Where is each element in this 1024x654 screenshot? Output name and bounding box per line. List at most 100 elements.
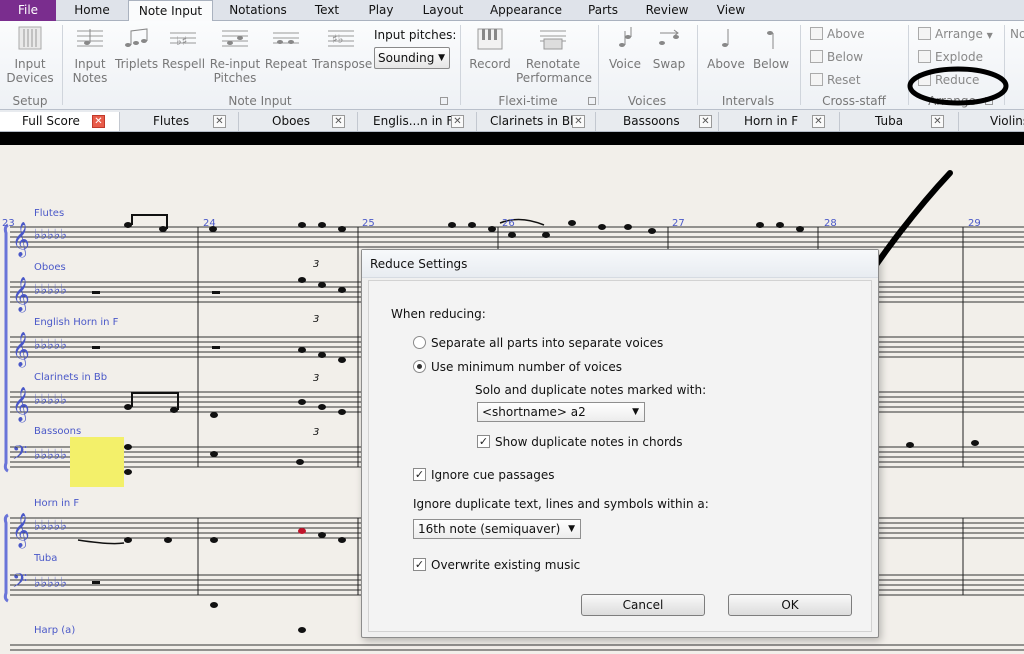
close-icon[interactable]: ✕ xyxy=(572,115,585,128)
note-below-icon xyxy=(767,31,774,49)
tab-view[interactable]: View xyxy=(708,0,754,21)
part-tab-label: Violins xyxy=(990,114,1024,128)
part-tab-full-score[interactable]: Full Score ✕ xyxy=(0,112,120,131)
svg-text:♭♭♭♭♭: ♭♭♭♭♭ xyxy=(34,392,67,408)
tab-file[interactable]: File xyxy=(0,0,56,21)
cross-staff-reset-label: Reset xyxy=(827,73,861,87)
transpose-icon: ♯♭ xyxy=(328,30,354,47)
minimum-voices-label[interactable]: Use minimum number of voices xyxy=(431,360,622,374)
svg-text:3: 3 xyxy=(313,259,319,270)
interval-above-button[interactable]: Above xyxy=(704,25,748,71)
divider xyxy=(800,25,801,105)
part-tab-flutes[interactable]: Flutes ✕ xyxy=(121,112,239,131)
cross-staff-below-button[interactable]: Below xyxy=(810,48,863,66)
part-tab-violins[interactable]: Violins xyxy=(960,112,1024,131)
part-tab-bassoons[interactable]: Bassoons ✕ xyxy=(597,112,719,131)
bar-number: 24 xyxy=(203,218,216,229)
svg-text:♭♭♭♭♭: ♭♭♭♭♭ xyxy=(34,227,67,243)
part-tab-label: Bassoons xyxy=(623,114,680,128)
overwrite-checkbox[interactable]: ✓ xyxy=(413,558,426,571)
flexi-launcher-icon[interactable] xyxy=(588,97,596,105)
svg-text:𝄞: 𝄞 xyxy=(12,277,30,313)
input-devices-button[interactable]: Input Devices xyxy=(6,25,54,85)
show-duplicates-label[interactable]: Show duplicate notes in chords xyxy=(495,435,683,449)
close-icon[interactable]: ✕ xyxy=(931,115,944,128)
instrument-label: Oboes xyxy=(34,262,66,273)
tab-appearance[interactable]: Appearance xyxy=(484,0,568,21)
bracket xyxy=(3,223,9,473)
close-icon[interactable]: ✕ xyxy=(812,115,825,128)
part-tab-tuba[interactable]: Tuba ✕ xyxy=(841,112,959,131)
svg-text:3: 3 xyxy=(313,427,319,438)
tab-layout[interactable]: Layout xyxy=(414,0,472,21)
close-icon[interactable]: ✕ xyxy=(92,115,105,128)
ignore-cue-checkbox[interactable]: ✓ xyxy=(413,468,426,481)
triplets-button[interactable]: Triplets xyxy=(115,25,158,71)
reinput-icon xyxy=(222,30,248,47)
keyboard-icon xyxy=(477,28,503,50)
part-tab-english-horn[interactable]: Englis...n in F ✕ xyxy=(359,112,477,131)
interval-below-button[interactable]: Below xyxy=(750,25,792,71)
svg-text:♭♭♭♭♭: ♭♭♭♭♭ xyxy=(34,447,67,463)
voice-button[interactable]: Voice xyxy=(604,25,646,71)
input-pitches-select[interactable]: Sounding ▼ xyxy=(374,47,450,69)
tab-home[interactable]: Home xyxy=(62,0,122,21)
close-icon[interactable]: ✕ xyxy=(332,115,345,128)
cross-staff-above-button[interactable]: Above xyxy=(810,25,865,43)
respell-label: Respell xyxy=(162,57,206,71)
cross-staff-above-label: Above xyxy=(827,27,865,41)
chevron-down-icon: ▼ xyxy=(568,524,575,534)
cross-staff-reset-button[interactable]: Reset xyxy=(810,71,861,89)
cancel-button[interactable]: Cancel xyxy=(581,594,705,616)
explode-label: Explode xyxy=(935,50,983,64)
svg-text:3: 3 xyxy=(313,314,319,325)
voice-label: Voice xyxy=(609,57,641,71)
close-icon[interactable]: ✕ xyxy=(451,115,464,128)
close-icon[interactable]: ✕ xyxy=(699,115,712,128)
respell-button[interactable]: ♭♯ Respell xyxy=(162,25,206,71)
input-notes-button[interactable]: Input Notes xyxy=(70,25,110,85)
ok-button[interactable]: OK xyxy=(728,594,852,616)
arrange-button[interactable]: Arrange ▼ xyxy=(918,25,993,43)
separate-voices-label[interactable]: Separate all parts into separate voices xyxy=(431,336,663,350)
repeat-label: Repeat xyxy=(264,57,308,71)
repeat-button[interactable]: Repeat xyxy=(264,25,308,71)
ignore-duplicates-value: 16th note (semiquaver) xyxy=(418,522,561,536)
swap-button[interactable]: Swap xyxy=(648,25,690,71)
instrument-label: English Horn in F xyxy=(34,317,119,328)
tab-parts[interactable]: Parts xyxy=(580,0,626,21)
flexi-time-group-label: Flexi-time xyxy=(498,94,558,108)
tab-play[interactable]: Play xyxy=(360,0,402,21)
renotate-button[interactable]: Renotate Performance xyxy=(516,25,593,85)
record-button[interactable]: Record xyxy=(466,25,514,71)
close-icon[interactable]: ✕ xyxy=(213,115,226,128)
cross-staff-below-icon xyxy=(810,50,823,63)
intervals-group-label: Intervals xyxy=(721,94,775,108)
part-tab-clarinets[interactable]: Clarinets in Bb ✕ xyxy=(478,112,596,131)
reinput-pitches-button[interactable]: Re-input Pitches xyxy=(208,25,262,85)
transpose-button[interactable]: ♯♭ Transpose xyxy=(312,25,373,71)
transpose-label: Transpose xyxy=(312,57,373,71)
tab-text[interactable]: Text xyxy=(305,0,349,21)
ignore-duplicates-select[interactable]: 16th note (semiquaver) ▼ xyxy=(413,519,581,539)
overwrite-label[interactable]: Overwrite existing music xyxy=(431,558,580,572)
solo-marking-select[interactable]: <shortname> a2 ▼ xyxy=(477,402,645,422)
tab-notations[interactable]: Notations xyxy=(222,0,294,21)
part-tab-label: Oboes xyxy=(272,114,311,128)
respell-icon: ♭♯ xyxy=(170,32,196,48)
svg-text:♭♭♭♭♭: ♭♭♭♭♭ xyxy=(34,575,67,591)
renotate-label: Renotate Performance xyxy=(516,57,593,85)
part-tab-horn[interactable]: Horn in F ✕ xyxy=(720,112,840,131)
tab-review[interactable]: Review xyxy=(638,0,696,21)
minimum-voices-radio[interactable] xyxy=(413,360,426,373)
instrument-label: Harp (a) xyxy=(34,625,76,636)
separate-voices-radio[interactable] xyxy=(413,336,426,349)
svg-text:𝄞: 𝄞 xyxy=(12,513,30,549)
note-input-launcher-icon[interactable] xyxy=(440,97,448,105)
show-duplicates-checkbox[interactable]: ✓ xyxy=(477,435,490,448)
part-tab-oboes[interactable]: Oboes ✕ xyxy=(240,112,358,131)
part-tab-label: Flutes xyxy=(153,114,190,128)
ignore-cue-label[interactable]: Ignore cue passages xyxy=(431,468,554,482)
tab-note-input[interactable]: Note Input xyxy=(128,0,213,22)
svg-text:𝄞: 𝄞 xyxy=(12,332,30,368)
